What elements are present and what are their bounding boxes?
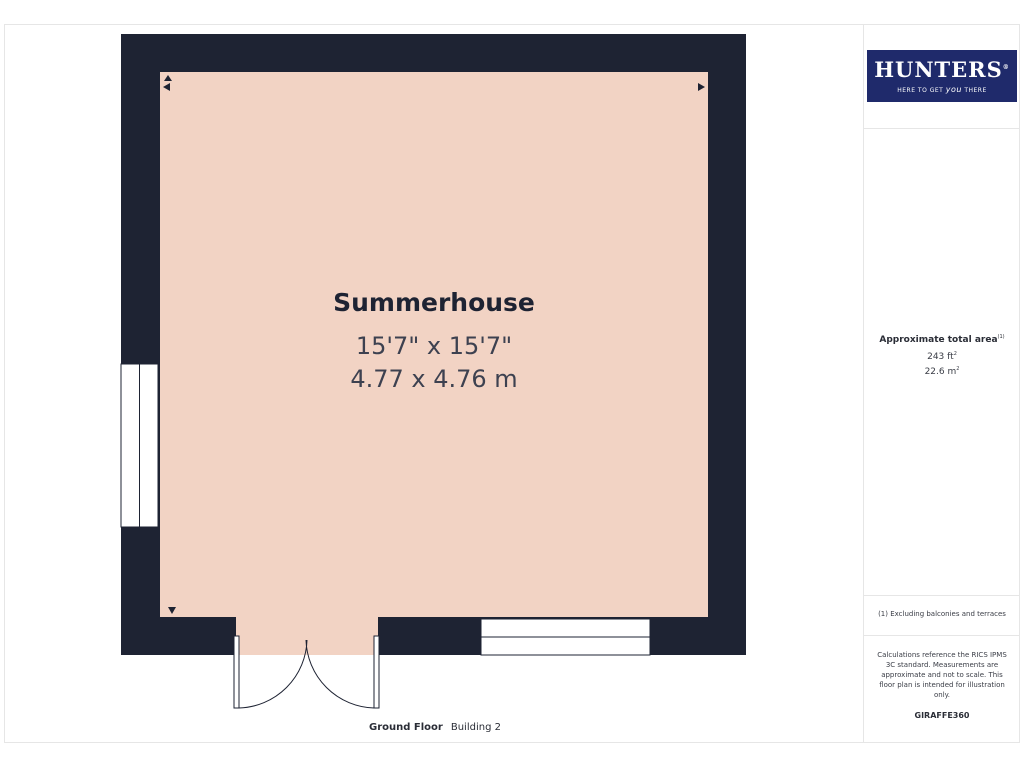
room-dimensions-imperial: 15'7" x 15'7" bbox=[355, 332, 513, 360]
measurement-disclaimer: Calculations reference the RICS IPMS 3C … bbox=[877, 651, 1007, 699]
area-title: Approximate total area(1) bbox=[879, 334, 1005, 345]
bottom-window bbox=[480, 618, 651, 656]
sidebar-divider bbox=[864, 128, 1020, 129]
giraffe360-credit: GIRAFFE360 bbox=[914, 711, 970, 720]
sidebar-divider bbox=[864, 595, 1020, 596]
left-window bbox=[120, 363, 159, 528]
room-name: Summerhouse bbox=[333, 288, 535, 317]
sidebar-divider bbox=[864, 635, 1020, 636]
area-square-metres: 22.6 m2 bbox=[924, 366, 960, 377]
brand-tagline: HERE TO GET you THERE bbox=[897, 85, 987, 94]
floor-label: Ground Floor bbox=[369, 722, 443, 733]
floor-caption: Ground Floor Building 2 bbox=[330, 722, 540, 733]
brand-logo: HUNTERS® HERE TO GET you THERE bbox=[867, 50, 1017, 102]
brand-wordmark: HUNTERS® bbox=[874, 57, 1010, 82]
area-footnote: (1) Excluding balconies and terraces bbox=[878, 610, 1006, 618]
area-square-feet: 243 ft2 bbox=[927, 351, 957, 362]
info-sidebar: HUNTERS® HERE TO GET you THERE Approxima… bbox=[863, 24, 1020, 743]
building-label: Building 2 bbox=[450, 722, 501, 733]
room-dimensions-metric: 4.77 x 4.76 m bbox=[350, 365, 518, 393]
